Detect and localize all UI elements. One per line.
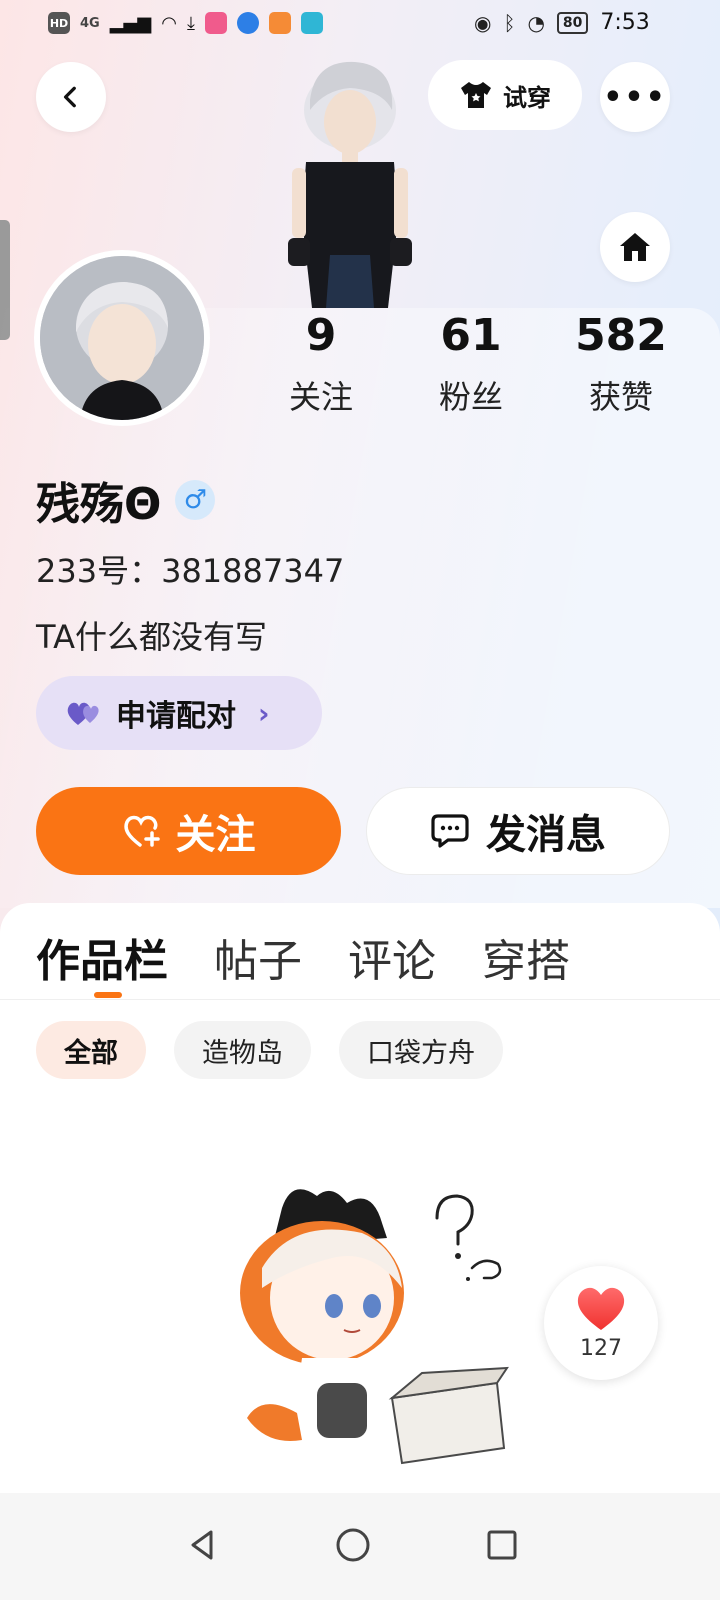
tab-posts[interactable]: 帖子 [214, 925, 302, 989]
network-indicator: 4G [80, 15, 100, 31]
tshirt-icon [461, 82, 491, 108]
double-heart-icon [67, 702, 99, 725]
app-icon [300, 12, 323, 34]
character-figure [288, 61, 412, 308]
stat-value: 582 [575, 310, 667, 361]
filter-pocket-ark[interactable]: 口袋方舟 [339, 1021, 503, 1079]
eye-icon: ◉ [474, 10, 492, 35]
tab-outfits[interactable]: 穿搭 [482, 925, 570, 989]
stat-label: 获赞 [588, 378, 653, 416]
content-area: 作品栏 帖子 评论 穿搭 全部 造物岛 口袋方舟 [0, 903, 720, 1493]
app-icon [236, 12, 259, 34]
app-icon [204, 12, 227, 34]
nav-home-button[interactable] [323, 1515, 383, 1575]
hd-indicator: HD [48, 12, 70, 34]
message-label: 发消息 [486, 812, 606, 858]
stat-followers[interactable]: 61 粉丝 [396, 310, 546, 418]
like-count: 127 [580, 1335, 622, 1361]
nav-recents-button[interactable] [472, 1515, 532, 1575]
home-icon [620, 233, 650, 261]
divider [0, 999, 720, 1000]
user-id: 233号：381887347 [36, 552, 345, 590]
request-pair-button[interactable]: 申请配对 › [36, 676, 322, 750]
stat-likes[interactable]: 582 获赞 [546, 310, 696, 418]
triangle-back-icon [191, 1530, 213, 1560]
heart-plus-icon [123, 815, 160, 847]
stat-value: 9 [305, 310, 337, 361]
empty-state-illustration [240, 1189, 509, 1465]
back-button[interactable] [36, 62, 106, 132]
heart-icon [577, 1287, 625, 1330]
speed-icon: ◔ [527, 10, 545, 35]
stat-value: 61 [440, 310, 502, 361]
more-button[interactable]: ••• [600, 62, 670, 132]
pair-label: 申请配对 [116, 699, 236, 734]
try-on-label: 试穿 [503, 83, 551, 112]
filter-all[interactable]: 全部 [36, 1021, 146, 1079]
active-tab-indicator [94, 992, 122, 998]
stat-following[interactable]: 9 关注 [246, 310, 396, 418]
wifi-icon: ◠ [161, 12, 177, 34]
filter-chips: 全部 造物岛 口袋方舟 [36, 1021, 503, 1079]
app-icon [268, 12, 291, 34]
circle-home-icon [336, 1528, 370, 1562]
username-row: 残殇Θ ♂ [36, 468, 216, 532]
tab-works[interactable]: 作品栏 [36, 925, 168, 989]
avatar[interactable] [34, 250, 210, 426]
nav-back-button[interactable] [172, 1515, 232, 1575]
male-icon: ♂ [175, 480, 216, 520]
status-left: HD 4G ▂▄▆ ◠ ⤓ [48, 12, 323, 34]
chat-bubble-icon [431, 814, 469, 848]
more-icon: ••• [603, 79, 667, 115]
username: 残殇Θ [36, 479, 162, 530]
download-icon: ⤓ [186, 12, 195, 34]
square-recents-icon [487, 1530, 517, 1560]
clock: 7:53 [600, 10, 650, 35]
stat-label: 关注 [288, 378, 353, 416]
home-button[interactable] [600, 212, 670, 282]
battery-indicator: 80 [556, 11, 589, 34]
avatar-image [40, 256, 204, 420]
stat-label: 粉丝 [438, 378, 503, 416]
follow-button[interactable]: 关注 [36, 787, 341, 875]
status-bar: HD 4G ▂▄▆ ◠ ⤓ ◉ ᛒ ◔ 80 7:53 [0, 0, 720, 50]
filter-creation-island[interactable]: 造物岛 [174, 1021, 311, 1079]
tab-comments[interactable]: 评论 [348, 925, 436, 989]
bio-text: TA什么都没有写 [36, 618, 267, 656]
system-nav-bar [0, 1493, 720, 1600]
try-on-button[interactable]: 试穿 [428, 60, 582, 130]
message-button[interactable]: 发消息 [366, 787, 670, 875]
back-arrow-icon [63, 86, 76, 108]
chevron-right-icon: › [258, 696, 270, 730]
like-button[interactable]: 127 [544, 1266, 658, 1380]
bluetooth-icon: ᛒ [503, 10, 516, 35]
follow-label: 关注 [175, 812, 256, 858]
signal-icon: ▂▄▆ [109, 12, 152, 34]
tab-bar: 作品栏 帖子 评论 穿搭 [36, 925, 570, 989]
